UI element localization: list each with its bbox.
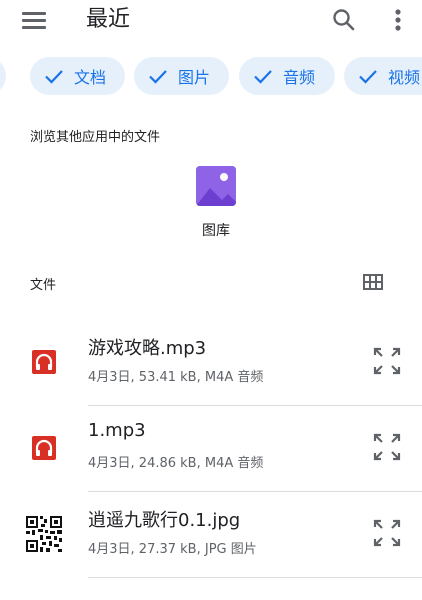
qr-code-thumbnail-icon [24,514,64,554]
more-vert-icon[interactable] [386,6,410,34]
audio-file-icon [24,342,64,382]
row-divider [88,577,422,578]
file-name: 1.mp3 [88,420,146,441]
chip-video[interactable]: 视频 [344,57,422,95]
gallery-app-label: 图库 [202,223,230,239]
browse-heading: 浏览其他应用中的文件 [30,130,161,145]
chip-label: 文档 [74,68,107,87]
file-row[interactable]: 1.mp3 4月3日, 24.86 kB, M4A 音频 [0,406,422,492]
expand-preview-icon[interactable] [372,432,402,462]
chip-audio[interactable]: 音频 [239,57,335,95]
file-meta: 4月3日, 53.41 kB, M4A 音频 [88,370,264,385]
audio-file-icon [24,428,64,468]
chip-documents[interactable]: 文档 [30,57,125,95]
page-title: 最近 [86,7,131,32]
gallery-icon [196,166,236,206]
gallery-app-tile[interactable]: 图库 [188,166,244,246]
search-icon[interactable] [330,6,358,34]
filter-chips: 频 文档 图片 音频 视频 [0,55,422,97]
chip-video-partial[interactable]: 频 [0,57,6,95]
grid-view-icon[interactable] [361,270,385,294]
chip-label: 图片 [178,68,211,87]
file-name: 逍遥九歌行0.1.jpg [88,510,241,531]
file-row[interactable]: 逍遥九歌行0.1.jpg 4月3日, 27.37 kB, JPG 图片 [0,492,422,578]
check-icon [149,70,167,84]
expand-preview-icon[interactable] [372,518,402,548]
file-row[interactable]: 游戏攻略.mp3 4月3日, 53.41 kB, M4A 音频 [0,320,422,406]
files-heading: 文件 [30,278,57,293]
chip-images[interactable]: 图片 [134,57,229,95]
file-meta: 4月3日, 27.37 kB, JPG 图片 [88,542,257,557]
expand-preview-icon[interactable] [372,346,402,376]
check-icon [254,70,272,84]
file-name: 游戏攻略.mp3 [88,338,207,359]
chip-label: 音频 [283,68,316,87]
hamburger-menu-icon[interactable] [22,10,48,32]
chip-label: 视频 [388,68,421,87]
top-app-bar: 最近 [0,0,422,44]
check-icon [359,70,377,84]
file-meta: 4月3日, 24.86 kB, M4A 音频 [88,456,264,471]
check-icon [45,70,63,84]
